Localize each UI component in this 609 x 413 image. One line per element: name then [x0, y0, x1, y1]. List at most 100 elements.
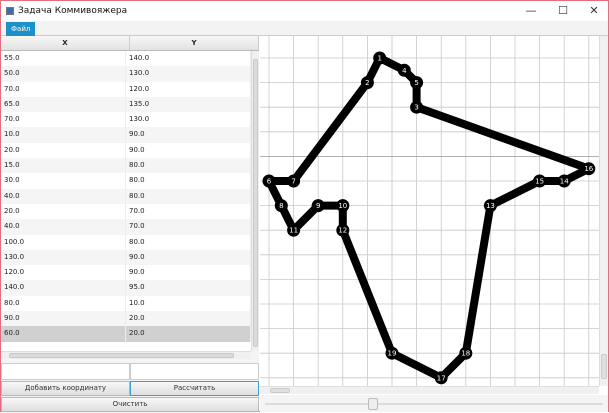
coordinates-panel: X Y 55.0 140.0 50.0 130.0 70.0 120.0 65.0 135.0…	[1, 36, 259, 413]
route-graph: 123456 78 9 1011 1213141516171819	[260, 36, 599, 386]
column-y[interactable]: Y	[130, 36, 259, 50]
cell-x: 50.0	[1, 66, 126, 82]
cell-x: 60.0	[1, 326, 126, 342]
city-label: 12	[338, 227, 347, 235]
cell-y: 90.0	[126, 249, 251, 266]
menu-file[interactable]: Файл	[6, 22, 36, 36]
cell-y: 80.0	[126, 188, 251, 204]
table-row[interactable]: 40.0 80.0	[1, 188, 251, 204]
cell-y: 80.0	[126, 158, 251, 174]
table-horizontal-scrollbar[interactable]	[1, 351, 251, 359]
cell-x: 70.0	[1, 112, 126, 128]
zoom-slider[interactable]	[260, 395, 608, 412]
city-label: 11	[289, 227, 298, 235]
coordinates-table: 55.0 140.0 50.0 130.0 70.0 120.0 65.0 135.0 70.0…	[1, 51, 251, 351]
cell-x: 10.0	[1, 127, 126, 143]
city-label: 14	[560, 178, 569, 186]
table-header: X Y	[1, 36, 259, 51]
cell-x: 140.0	[1, 280, 126, 296]
city-label: 1	[377, 55, 381, 63]
city-label: 7	[291, 178, 295, 186]
table-row[interactable]: 30.0 80.0	[1, 173, 251, 189]
cell-y: 130.0	[126, 112, 251, 128]
city-label: 9	[316, 202, 320, 210]
cell-x: 30.0	[1, 173, 126, 189]
cell-y: 90.0	[126, 127, 251, 143]
canvas-vertical-scrollbar[interactable]	[599, 36, 608, 386]
cell-y: 140.0	[126, 51, 251, 67]
city-label: 15	[535, 178, 544, 186]
cell-y: 90.0	[126, 265, 251, 281]
cell-y: 10.0	[126, 295, 251, 312]
cell-y: 130.0	[126, 66, 251, 82]
route-path	[265, 54, 593, 382]
table-row[interactable]: 15.0 80.0	[1, 158, 251, 174]
city-label: 2	[365, 79, 369, 87]
table-row[interactable]: 20.0 90.0	[1, 142, 251, 159]
cell-y: 80.0	[126, 173, 251, 189]
city-label: 4	[402, 67, 407, 75]
cell-x: 70.0	[1, 81, 126, 97]
cell-y: 95.0	[126, 280, 251, 296]
title-bar: Задача Коммивояжера — ☐ ✕	[1, 1, 608, 21]
table-row[interactable]: 55.0 140.0	[1, 51, 251, 67]
add-coordinate-button[interactable]: Добавить координату	[1, 381, 130, 396]
table-row[interactable]: 70.0 120.0	[1, 81, 251, 97]
table-row[interactable]: 130.0 90.0	[1, 249, 251, 266]
column-x[interactable]: X	[1, 36, 130, 50]
table-row[interactable]: 70.0 130.0	[1, 112, 251, 128]
cell-x: 20.0	[1, 142, 126, 159]
table-row[interactable]: 60.0 20.0	[1, 326, 251, 342]
table-row[interactable]: 10.0 90.0	[1, 127, 251, 143]
table-row[interactable]: 20.0 70.0	[1, 203, 251, 220]
canvas-horizontal-scrollbar[interactable]	[260, 386, 599, 394]
table-row[interactable]: 100.0 80.0	[1, 234, 251, 250]
city-label: 16	[584, 165, 593, 173]
city-label: 17	[437, 374, 446, 382]
cell-x: 40.0	[1, 188, 126, 204]
city-label: 18	[461, 350, 470, 358]
window-title: Задача Коммивояжера	[18, 6, 128, 16]
table-row[interactable]: 50.0 130.0	[1, 66, 251, 82]
table-row[interactable]: 65.0 135.0	[1, 96, 251, 113]
table-row[interactable]: 40.0 70.0	[1, 219, 251, 235]
close-button[interactable]: ✕	[579, 1, 609, 21]
cell-x: 90.0	[1, 311, 126, 327]
city-label: 10	[338, 202, 347, 210]
cell-x: 80.0	[1, 295, 126, 312]
clear-button[interactable]: Очистить	[1, 397, 259, 412]
city-label: 13	[486, 202, 495, 210]
cell-x: 20.0	[1, 203, 126, 220]
x-input[interactable]	[1, 363, 130, 380]
cell-x: 55.0	[1, 51, 126, 67]
city-label: 19	[388, 350, 397, 358]
table-vertical-scrollbar[interactable]	[251, 51, 259, 351]
city-label: 8	[279, 202, 283, 210]
y-input[interactable]	[130, 363, 259, 380]
menu-bar: Файл	[1, 21, 608, 36]
city-label: 6	[267, 178, 272, 186]
table-row[interactable]: 140.0 95.0	[1, 280, 251, 296]
table-row[interactable]: 80.0 10.0	[1, 295, 251, 312]
calculate-button[interactable]: Рассчитать	[130, 381, 259, 396]
cell-y: 70.0	[126, 203, 251, 220]
zoom-slider-knob[interactable]	[368, 398, 378, 410]
city-label: 5	[414, 79, 418, 87]
cell-y: 70.0	[126, 219, 251, 235]
cell-x: 65.0	[1, 96, 126, 113]
table-row[interactable]: 120.0 90.0	[1, 265, 251, 281]
cell-x: 100.0	[1, 234, 126, 250]
cell-x: 40.0	[1, 219, 126, 235]
cell-y: 20.0	[126, 326, 251, 342]
route-canvas[interactable]: 1 2 3 4 5 6 7 8 9 10 11 12 13 14 15 16 17 18 19	[260, 36, 599, 386]
minimize-button[interactable]: —	[516, 1, 546, 21]
table-row[interactable]: 90.0 20.0	[1, 311, 251, 327]
cell-x: 130.0	[1, 249, 126, 266]
cell-y: 80.0	[126, 234, 251, 250]
cell-y: 20.0	[126, 311, 251, 327]
city-label: 3	[414, 104, 418, 112]
maximize-button[interactable]: ☐	[548, 1, 578, 21]
cell-y: 120.0	[126, 81, 251, 97]
cell-x: 15.0	[1, 158, 126, 174]
cell-y: 90.0	[126, 142, 251, 159]
